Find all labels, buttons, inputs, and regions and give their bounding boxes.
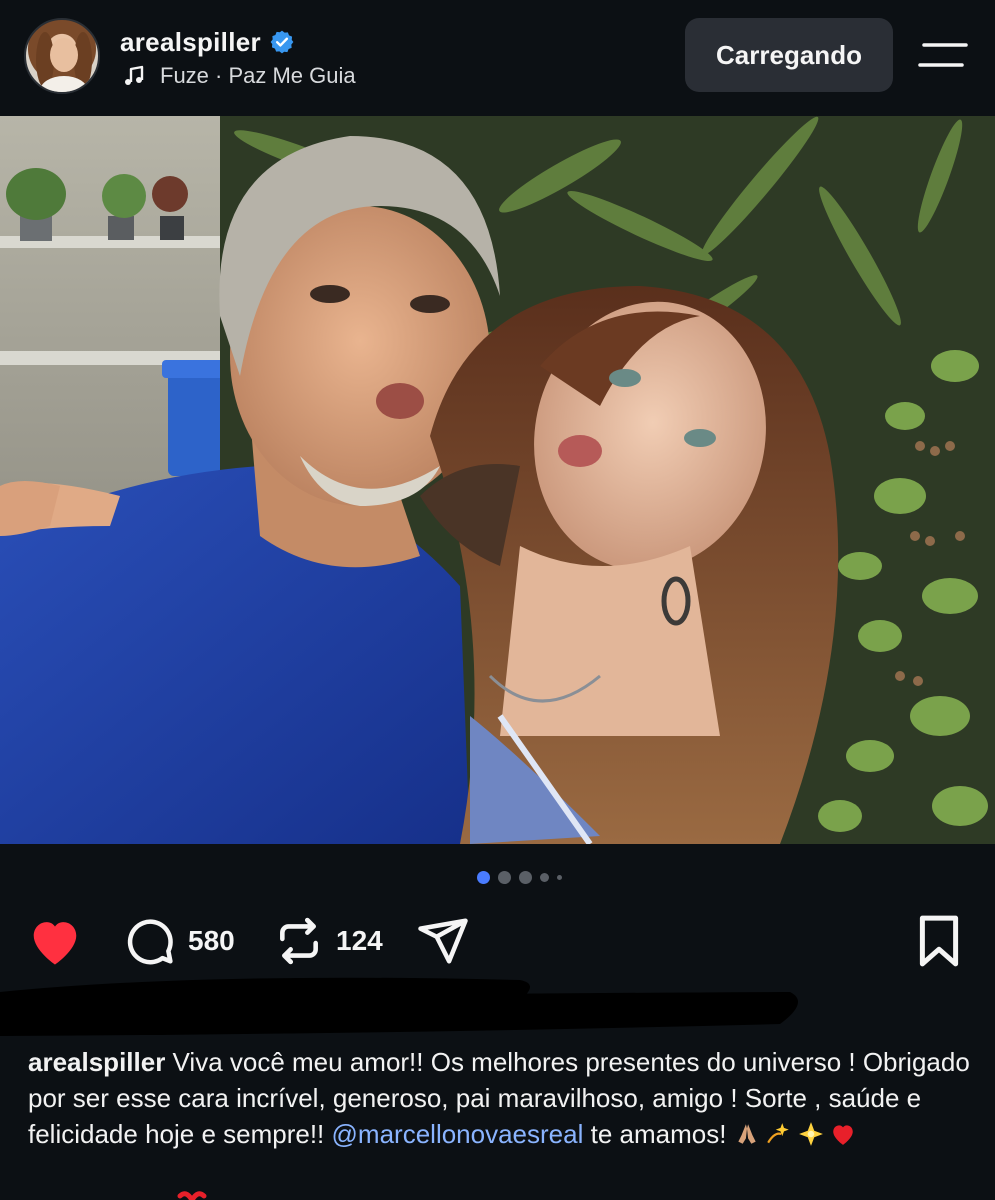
red-heart-emoji-icon	[832, 1125, 853, 1145]
comment-icon	[127, 919, 173, 965]
music-row[interactable]: Fuze · Paz Me Guia	[122, 62, 356, 90]
loading-button[interactable]: Carregando	[685, 18, 893, 92]
post-screen: arealspiller Fuze · Paz Me Guia Carregan…	[0, 0, 995, 1200]
carousel-dot	[519, 870, 532, 884]
song-label: Fuze · Paz Me Guia	[160, 63, 356, 88]
pray-emoji-icon	[738, 1124, 756, 1144]
post-caption: arealspiller Viva você meu amor!! Os mel…	[28, 1044, 973, 1152]
caption-text-end: te amamos!	[590, 1119, 727, 1149]
send-icon	[418, 918, 468, 964]
username[interactable]: arealspiller	[120, 27, 261, 58]
share-button[interactable]	[416, 906, 470, 976]
music-note-icon	[125, 65, 144, 85]
carousel-dot	[498, 870, 511, 884]
menu-icon[interactable]	[918, 40, 968, 70]
save-button[interactable]	[914, 906, 964, 976]
like-button[interactable]	[26, 906, 84, 976]
comment-button[interactable]: 580	[122, 906, 235, 976]
redaction-scribble	[0, 977, 798, 1036]
caption-mention[interactable]: @marcellonovaesreal	[332, 1119, 584, 1149]
repost-button[interactable]: 124	[274, 906, 383, 976]
post-photo[interactable]	[0, 116, 995, 844]
action-bar: 580 124	[0, 906, 995, 976]
caption-username[interactable]: arealspiller	[28, 1047, 165, 1077]
username-row: arealspiller	[120, 26, 295, 58]
dizzy-emoji-icon	[766, 1123, 789, 1144]
bookmark-icon	[919, 915, 959, 967]
star-emoji-icon	[798, 1122, 823, 1146]
carousel-indicator	[0, 868, 995, 886]
post-header: arealspiller Fuze · Paz Me Guia Carregan…	[0, 0, 995, 116]
verified-badge-icon	[270, 30, 294, 54]
selfie-image	[0, 116, 995, 844]
avatar[interactable]	[24, 18, 100, 94]
carousel-dot	[557, 874, 562, 880]
partial-heart-icon	[177, 1191, 207, 1200]
repost-icon	[280, 917, 318, 965]
carousel-dot	[540, 872, 549, 882]
comments-count: 580	[188, 925, 235, 956]
reposts-count: 124	[336, 925, 383, 956]
carousel-dot	[477, 870, 490, 884]
heart-filled-icon	[33, 922, 77, 965]
